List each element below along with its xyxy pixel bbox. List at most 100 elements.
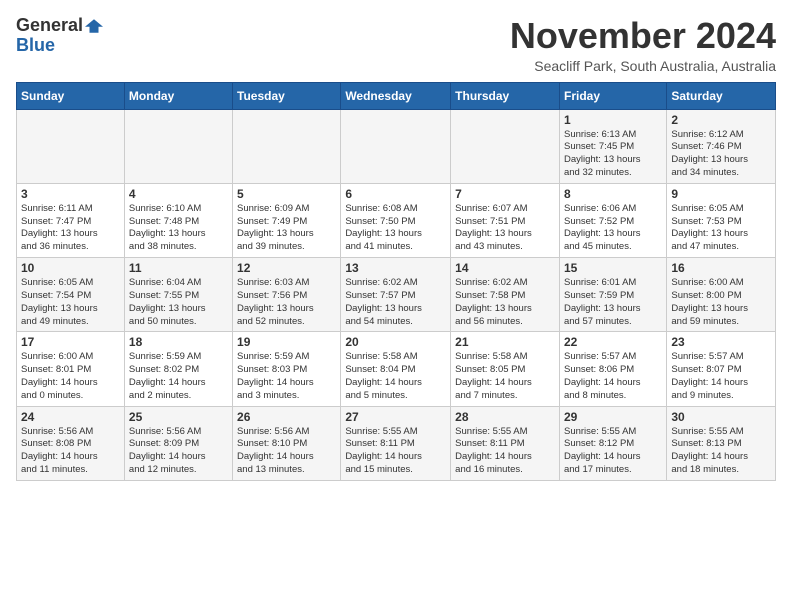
daylight-text: and 0 minutes.: [21, 390, 83, 401]
sunrise-text: Sunrise: 5:55 AM: [455, 426, 527, 437]
logo-general-text: General: [16, 16, 83, 36]
sunrise-text: Sunrise: 6:00 AM: [671, 277, 743, 288]
calendar-cell: 30Sunrise: 5:55 AMSunset: 8:13 PMDayligh…: [667, 406, 776, 480]
sunrise-text: Sunrise: 6:13 AM: [564, 129, 636, 140]
day-info: Sunrise: 6:08 AMSunset: 7:50 PMDaylight:…: [345, 203, 446, 254]
month-title: November 2024: [510, 16, 776, 56]
calendar-cell: 9Sunrise: 6:05 AMSunset: 7:53 PMDaylight…: [667, 183, 776, 257]
day-info: Sunrise: 6:02 AMSunset: 7:57 PMDaylight:…: [345, 277, 446, 328]
daylight-text: and 52 minutes.: [237, 316, 305, 327]
day-info: Sunrise: 6:10 AMSunset: 7:48 PMDaylight:…: [129, 203, 228, 254]
sunset-text: Sunset: 7:45 PM: [564, 141, 634, 152]
day-info: Sunrise: 6:12 AMSunset: 7:46 PMDaylight:…: [671, 129, 771, 180]
sunrise-text: Sunrise: 6:01 AM: [564, 277, 636, 288]
sunrise-text: Sunrise: 5:58 AM: [345, 351, 417, 362]
week-row-3: 10Sunrise: 6:05 AMSunset: 7:54 PMDayligh…: [17, 258, 776, 332]
daylight-text: and 45 minutes.: [564, 241, 632, 252]
calendar-cell: 5Sunrise: 6:09 AMSunset: 7:49 PMDaylight…: [233, 183, 341, 257]
daylight-text: Daylight: 14 hours: [455, 377, 532, 388]
sunset-text: Sunset: 8:02 PM: [129, 364, 199, 375]
weekday-header-friday: Friday: [559, 82, 666, 109]
daylight-text: Daylight: 13 hours: [21, 228, 98, 239]
sunset-text: Sunset: 8:00 PM: [671, 290, 741, 301]
day-number: 3: [21, 187, 120, 201]
day-number: 12: [237, 261, 336, 275]
calendar-cell: 22Sunrise: 5:57 AMSunset: 8:06 PMDayligh…: [559, 332, 666, 406]
daylight-text: and 7 minutes.: [455, 390, 517, 401]
daylight-text: and 57 minutes.: [564, 316, 632, 327]
daylight-text: Daylight: 13 hours: [455, 303, 532, 314]
calendar-cell: 20Sunrise: 5:58 AMSunset: 8:04 PMDayligh…: [341, 332, 451, 406]
day-number: 20: [345, 335, 446, 349]
daylight-text: Daylight: 14 hours: [671, 377, 748, 388]
title-area: November 2024 Seacliff Park, South Austr…: [510, 16, 776, 74]
sunset-text: Sunset: 8:10 PM: [237, 438, 307, 449]
sunset-text: Sunset: 7:58 PM: [455, 290, 525, 301]
sunset-text: Sunset: 7:47 PM: [21, 216, 91, 227]
sunset-text: Sunset: 7:49 PM: [237, 216, 307, 227]
sunrise-text: Sunrise: 6:12 AM: [671, 129, 743, 140]
calendar-cell: 2Sunrise: 6:12 AMSunset: 7:46 PMDaylight…: [667, 109, 776, 183]
daylight-text: Daylight: 14 hours: [237, 451, 314, 462]
daylight-text: and 16 minutes.: [455, 464, 523, 475]
daylight-text: and 32 minutes.: [564, 167, 632, 178]
calendar-cell: 21Sunrise: 5:58 AMSunset: 8:05 PMDayligh…: [451, 332, 560, 406]
daylight-text: and 12 minutes.: [129, 464, 197, 475]
day-number: 17: [21, 335, 120, 349]
sunrise-text: Sunrise: 6:00 AM: [21, 351, 93, 362]
day-number: 26: [237, 410, 336, 424]
day-info: Sunrise: 6:05 AMSunset: 7:53 PMDaylight:…: [671, 203, 771, 254]
sunrise-text: Sunrise: 6:04 AM: [129, 277, 201, 288]
daylight-text: and 8 minutes.: [564, 390, 626, 401]
daylight-text: Daylight: 13 hours: [237, 303, 314, 314]
day-number: 1: [564, 113, 662, 127]
sunset-text: Sunset: 7:55 PM: [129, 290, 199, 301]
daylight-text: Daylight: 13 hours: [237, 228, 314, 239]
sunrise-text: Sunrise: 5:59 AM: [237, 351, 309, 362]
day-info: Sunrise: 6:06 AMSunset: 7:52 PMDaylight:…: [564, 203, 662, 254]
daylight-text: and 15 minutes.: [345, 464, 413, 475]
calendar-cell: 1Sunrise: 6:13 AMSunset: 7:45 PMDaylight…: [559, 109, 666, 183]
calendar-cell: [341, 109, 451, 183]
day-info: Sunrise: 6:00 AM Sunset: 8:01 PM Daylight:…: [21, 351, 120, 402]
day-number: 18: [129, 335, 228, 349]
daylight-text: Daylight: 14 hours: [345, 451, 422, 462]
day-info: Sunrise: 5:57 AMSunset: 8:06 PMDaylight:…: [564, 351, 662, 402]
daylight-text: and 54 minutes.: [345, 316, 413, 327]
calendar-cell: 14Sunrise: 6:02 AMSunset: 7:58 PMDayligh…: [451, 258, 560, 332]
logo-blue-text: Blue: [16, 36, 55, 56]
sunrise-text: Sunrise: 5:57 AM: [671, 351, 743, 362]
sunset-text: Sunset: 7:53 PM: [671, 216, 741, 227]
daylight-text: Daylight: 13 hours: [671, 154, 748, 165]
daylight-text: and 9 minutes.: [671, 390, 733, 401]
calendar-cell: 25Sunrise: 5:56 AMSunset: 8:09 PMDayligh…: [124, 406, 232, 480]
sunrise-text: Sunrise: 5:55 AM: [671, 426, 743, 437]
daylight-text: Daylight: 13 hours: [564, 228, 641, 239]
sunrise-text: Sunrise: 6:05 AM: [671, 203, 743, 214]
day-info: Sunrise: 5:56 AMSunset: 8:08 PMDaylight:…: [21, 426, 120, 477]
calendar-cell: 15Sunrise: 6:01 AMSunset: 7:59 PMDayligh…: [559, 258, 666, 332]
sunrise-text: Sunrise: 5:57 AM: [564, 351, 636, 362]
day-number: 13: [345, 261, 446, 275]
day-number: 6: [345, 187, 446, 201]
sunset-text: Sunset: 7:50 PM: [345, 216, 415, 227]
sunrise-text: Sunrise: 6:09 AM: [237, 203, 309, 214]
day-number: 15: [564, 261, 662, 275]
daylight-text: and 49 minutes.: [21, 316, 89, 327]
sunset-text: Sunset: 8:01 PM: [21, 364, 91, 375]
daylight-text: Daylight: 14 hours: [671, 451, 748, 462]
calendar-cell: 6 Sunrise: 6:08 AMSunset: 7:50 PMDaylight…: [341, 183, 451, 257]
calendar-cell: 18Sunrise: 5:59 AMSunset: 8:02 PMDayligh…: [124, 332, 232, 406]
daylight-text: and 13 minutes.: [237, 464, 305, 475]
day-number: 8: [564, 187, 662, 201]
daylight-text: and 43 minutes.: [455, 241, 523, 252]
weekday-header-sunday: Sunday: [17, 82, 125, 109]
daylight-text: Daylight: 14 hours: [21, 377, 98, 388]
logo: General Blue: [16, 16, 103, 56]
sunset-text: Sunset: 8:06 PM: [564, 364, 634, 375]
day-number: 25: [129, 410, 228, 424]
day-number: 23: [671, 335, 771, 349]
daylight-text: Daylight: 13 hours: [564, 303, 641, 314]
daylight-text: and 41 minutes.: [345, 241, 413, 252]
daylight-text: and 17 minutes.: [564, 464, 632, 475]
